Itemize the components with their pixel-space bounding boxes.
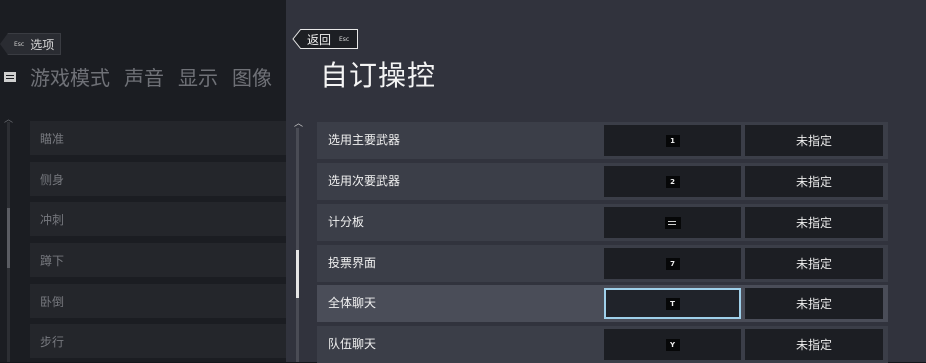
list-item[interactable]: 卧倒 — [30, 284, 286, 318]
tab-sound[interactable]: 声音 — [124, 62, 164, 91]
primary-key-slot[interactable] — [604, 207, 741, 238]
secondary-key-slot[interactable]: 未指定 — [745, 207, 883, 238]
esc-key-hint: Esc — [339, 35, 350, 43]
back-button[interactable]: 返回 Esc — [293, 29, 359, 49]
options-scrollbar[interactable] — [7, 122, 10, 362]
binding-name: 选用次要武器 — [328, 174, 401, 188]
list-item[interactable]: 瞄准 — [30, 121, 286, 155]
page-title: 自订操控 — [320, 59, 437, 92]
options-tab-bar: 游戏模式 声音 显示 图像 — [4, 62, 286, 91]
secondary-key-slot[interactable]: 未指定 — [745, 329, 883, 360]
options-background-panel: Esc 选项 游戏模式 声音 显示 图像 ︿ 瞄准 侧身 冲刺 蹲下 卧倒 步行 — [0, 0, 286, 362]
scrollbar-thumb[interactable] — [7, 208, 10, 268]
primary-key-slot[interactable]: 7 — [604, 248, 741, 279]
binding-row[interactable]: 投票界面 7 未指定 — [317, 245, 888, 282]
esc-key-hint: Esc — [14, 40, 25, 48]
list-item[interactable]: 蹲下 — [30, 243, 286, 277]
options-back-label: 选项 — [30, 37, 55, 52]
binding-row-selected[interactable]: 全体聊天 T 未指定 — [317, 285, 888, 322]
binding-name: 投票界面 — [328, 256, 377, 270]
tab-key-icon — [664, 216, 681, 229]
secondary-key-slot[interactable]: 未指定 — [745, 288, 883, 319]
options-back-button[interactable]: Esc 选项 — [0, 33, 62, 55]
list-item[interactable]: 冲刺 — [30, 202, 286, 236]
primary-key-slot[interactable]: 2 — [604, 166, 741, 197]
binding-name: 全体聊天 — [328, 296, 377, 310]
tab-display[interactable]: 显示 — [178, 62, 218, 91]
key-cap: 2 — [665, 175, 680, 188]
list-item[interactable]: 侧身 — [30, 162, 286, 196]
bindings-scrollbar[interactable] — [296, 128, 299, 362]
secondary-key-slot[interactable]: 未指定 — [745, 166, 883, 197]
back-arrow-icon — [292, 29, 302, 49]
binding-name: 计分板 — [328, 215, 365, 229]
primary-key-slot[interactable]: 1 — [604, 125, 741, 156]
primary-key-slot[interactable]: Y — [604, 329, 741, 360]
binding-name: 队伍聊天 — [328, 337, 377, 351]
key-cap: 7 — [665, 257, 680, 270]
tab-key-icon — [4, 71, 16, 82]
binding-row[interactable]: 计分板 未指定 — [317, 204, 888, 241]
binding-row[interactable]: 选用次要武器 2 未指定 — [317, 163, 888, 200]
key-cap: 1 — [665, 134, 680, 147]
binding-row[interactable]: 选用主要武器 1 未指定 — [317, 122, 888, 159]
back-button-label: 返回 — [307, 32, 332, 47]
secondary-key-slot[interactable]: 未指定 — [745, 248, 883, 279]
secondary-key-slot[interactable]: 未指定 — [745, 125, 883, 156]
binding-row[interactable]: 队伍聊天 Y 未指定 — [317, 326, 888, 363]
binding-name: 选用主要武器 — [328, 133, 401, 147]
tab-graphics[interactable]: 图像 — [232, 62, 272, 91]
tab-game-mode[interactable]: 游戏模式 — [30, 62, 110, 91]
key-cap: Y — [665, 338, 680, 351]
key-cap: T — [665, 297, 680, 310]
list-item[interactable]: 步行 — [30, 324, 286, 358]
primary-key-slot-focused[interactable]: T — [604, 288, 741, 319]
scrollbar-thumb[interactable] — [296, 250, 299, 298]
